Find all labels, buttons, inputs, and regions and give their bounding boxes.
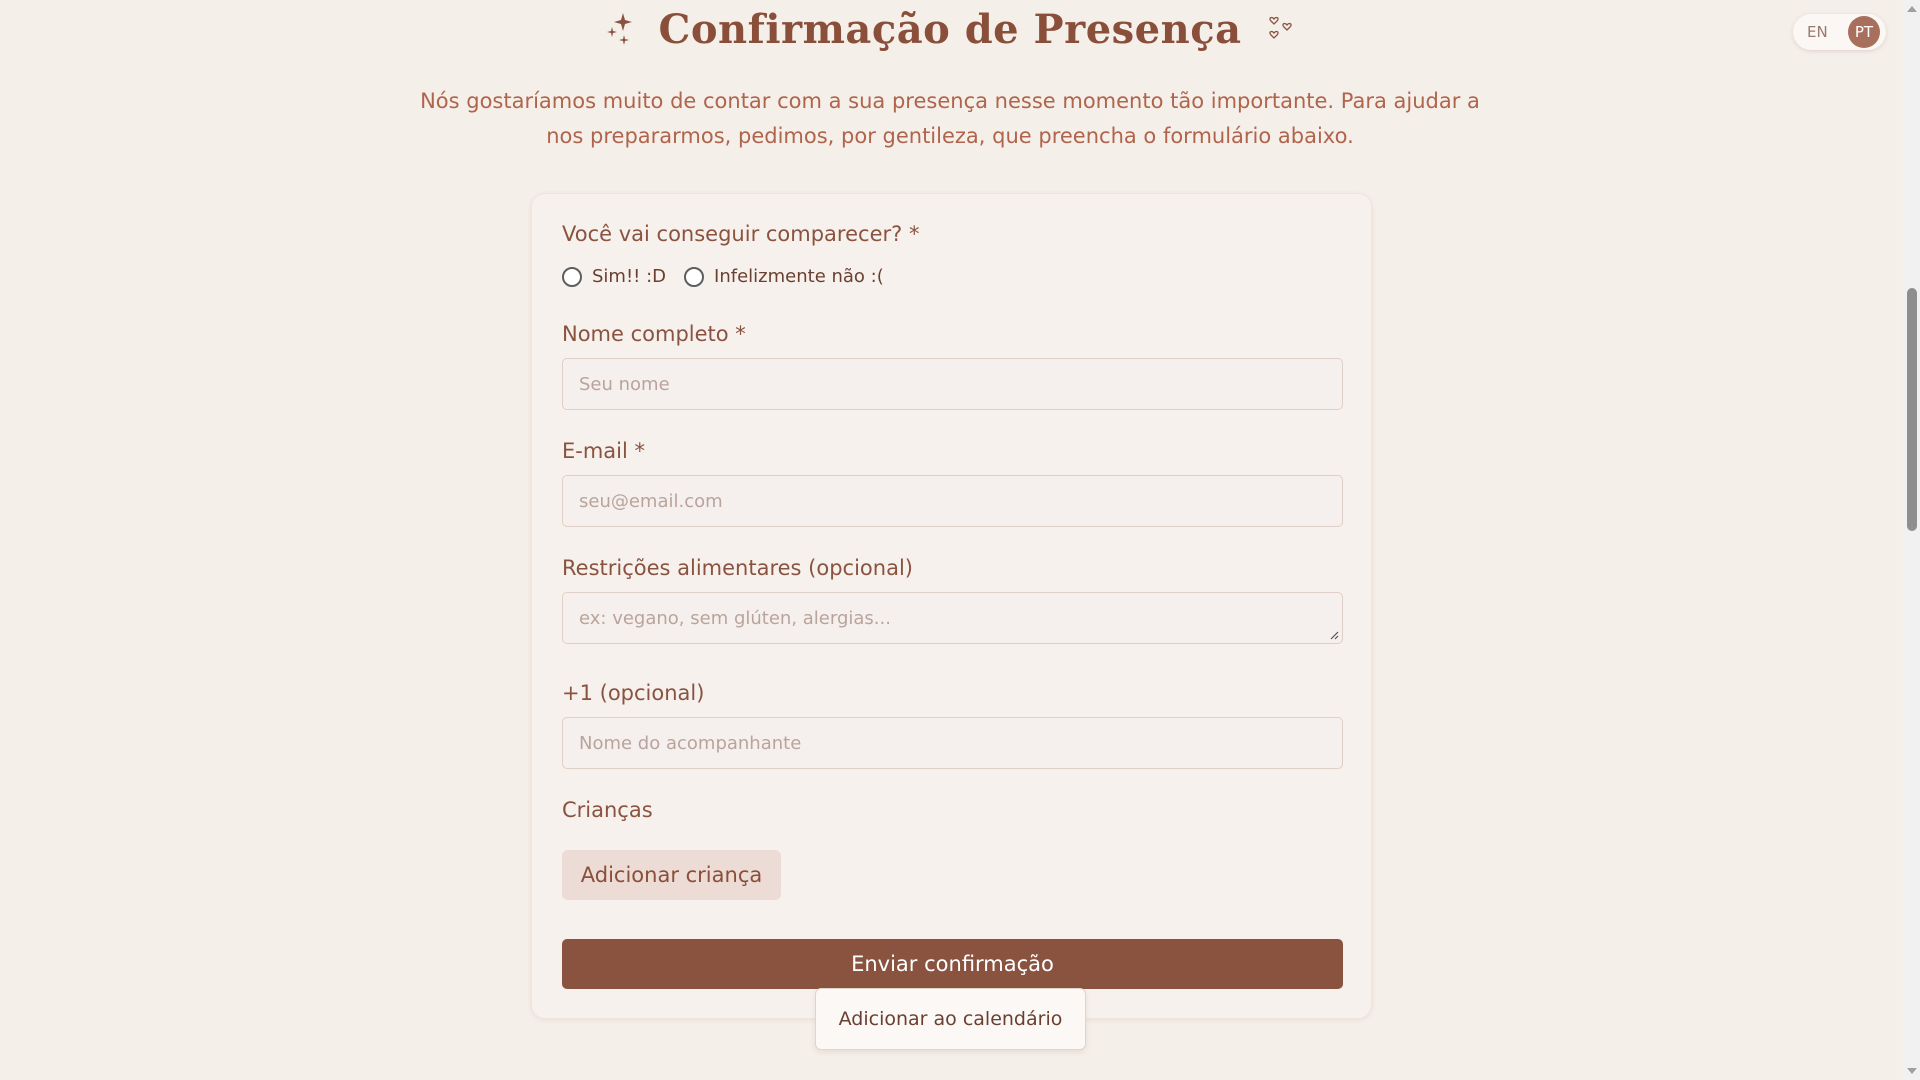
attendance-yes-radio[interactable] xyxy=(562,266,582,287)
rsvp-form-card: Você vai conseguir comparecer? * Sim!! :… xyxy=(531,193,1372,1019)
dietary-placeholder: ex: vegano, sem glúten, alergias... xyxy=(579,607,891,629)
plus-one-input[interactable]: Nome do acompanhante xyxy=(562,717,1343,769)
scrollbar-thumb[interactable] xyxy=(1907,288,1917,531)
rsvp-page: Confirmação de Presença Nós gostaríamos … xyxy=(0,0,1920,1080)
lang-en-button[interactable]: EN xyxy=(1807,23,1828,41)
lang-pt-button[interactable]: PT xyxy=(1848,16,1880,48)
hearts-icon xyxy=(1269,16,1293,39)
attendance-label: Você vai conseguir comparecer? * xyxy=(562,222,920,246)
name-label: Nome completo * xyxy=(562,322,746,346)
name-input[interactable]: Seu nome xyxy=(562,358,1343,410)
scrollbar[interactable] xyxy=(1903,0,1920,1080)
attendance-radio-group: Sim!! :D Infelizmente não :( xyxy=(562,266,884,287)
attendance-yes-label: Sim!! :D xyxy=(592,266,667,287)
title-row: Confirmação de Presença xyxy=(0,0,1900,58)
add-child-button[interactable]: Adicionar criança xyxy=(562,850,781,900)
attendance-yes-option[interactable]: Sim!! :D xyxy=(562,266,666,287)
page-title: Confirmação de Presença xyxy=(658,5,1242,53)
language-switch: EN PT xyxy=(1793,14,1886,50)
children-label: Crianças xyxy=(562,798,653,822)
scroll-down-icon[interactable] xyxy=(1907,1068,1917,1074)
attendance-no-option[interactable]: Infelizmente não :( xyxy=(684,266,884,287)
dietary-textarea[interactable]: ex: vegano, sem glúten, alergias... xyxy=(562,592,1343,644)
scroll-up-icon[interactable] xyxy=(1907,6,1917,12)
email-input[interactable]: seu@email.com xyxy=(562,475,1343,527)
add-to-calendar-button[interactable]: Adicionar ao calendário xyxy=(815,988,1086,1050)
email-label: E-mail * xyxy=(562,439,646,463)
dietary-label: Restrições alimentares (opcional) xyxy=(562,556,913,580)
intro-text: Nós gostaríamos muito de contar com a su… xyxy=(420,89,1480,148)
attendance-no-radio[interactable] xyxy=(684,266,705,287)
resize-handle-icon[interactable] xyxy=(1329,630,1339,640)
attendance-no-label: Infelizmente não :( xyxy=(714,266,884,287)
sparkle-icon xyxy=(606,13,632,45)
submit-button[interactable]: Enviar confirmação xyxy=(562,939,1343,989)
plus-one-label: +1 (opcional) xyxy=(562,681,705,705)
